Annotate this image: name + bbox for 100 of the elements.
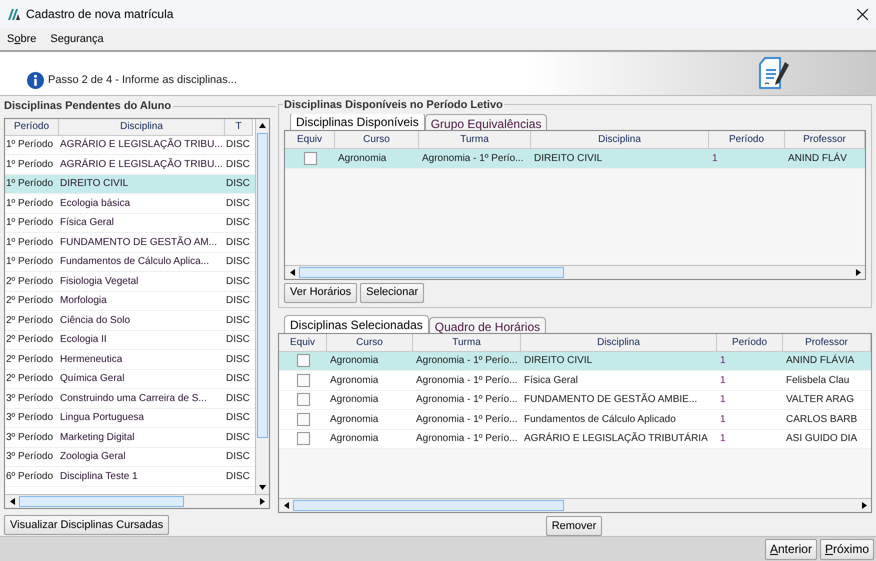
table-cell-text: 1: [719, 354, 727, 368]
table-row[interactable]: 2º Período Morfologia DISC: [5, 292, 255, 311]
table-cell-text: 3º Período: [5, 411, 54, 426]
table-cell-text: Fisiologia Vegetal: [59, 274, 140, 289]
column-header[interactable]: Disciplina: [59, 118, 225, 136]
vertical-scrollbar[interactable]: [255, 118, 269, 494]
column-header[interactable]: Curso: [335, 131, 419, 149]
scroll-left-icon[interactable]: [284, 502, 288, 509]
column-header[interactable]: Período: [709, 131, 785, 149]
info-icon: [27, 72, 44, 89]
table-row[interactable]: Agronomia Agronomia - 1º Perío... Fundamentos de Cálculo Aplicado 1 CARLOS BARB: [279, 410, 871, 430]
table-cell-text: Fundamentos de Cálculo Aplica...: [59, 255, 210, 270]
table-cell-text: Agronomia - 1º Perío...: [415, 393, 518, 408]
checkbox[interactable]: [296, 374, 310, 387]
close-icon[interactable]: [857, 8, 868, 20]
table-row[interactable]: 1º Período AGRÁRIO E LEGISLAÇÃO TRIBU... DISC: [5, 155, 255, 174]
table-cell-text: DISC: [225, 352, 251, 367]
table-cell-text: Disciplina Teste 1: [59, 470, 139, 484]
tab[interactable]: Disciplinas Selecionadas: [284, 314, 429, 332]
table-cell-text: 1: [719, 412, 727, 427]
tab[interactable]: Grupo Equivalências: [424, 114, 548, 130]
column-header[interactable]: Período: [717, 334, 783, 352]
table-cell-text: Lingua Portuguesa: [59, 411, 145, 426]
menu-item[interactable]: Sobre: [7, 30, 36, 48]
table-cell-text: 1: [719, 374, 727, 388]
checkbox[interactable]: [296, 354, 310, 368]
scroll-right-icon[interactable]: [862, 502, 866, 509]
column-header[interactable]: Equiv: [285, 131, 335, 149]
table-row[interactable]: 3º Período Lingua Portuguesa DISC: [5, 408, 255, 428]
menu-item[interactable]: Segurança: [50, 30, 104, 48]
table-cell-text: AGRÁRIO E LEGISLAÇÃO TRIBU...: [59, 157, 224, 172]
horizontal-scrollbar[interactable]: [285, 264, 865, 278]
checkbox[interactable]: [296, 432, 310, 446]
table-row[interactable]: 1º Período Fundamentos de Cálculo Aplica... DISC: [5, 252, 255, 272]
table-cell-text: Agronomia: [329, 432, 380, 446]
table-row[interactable]: 1º Período Física Geral DISC: [5, 214, 255, 233]
table-cell-text: DISC: [225, 177, 251, 192]
table-cell-text: 3º Período: [5, 450, 54, 464]
column-header[interactable]: Equiv: [279, 334, 327, 352]
nav-button[interactable]: Próximo: [820, 538, 874, 560]
table-cell-text: 2º Período: [5, 372, 54, 386]
table-cell-text: 1º Período: [5, 158, 54, 172]
horizontal-scrollbar[interactable]: [5, 494, 269, 508]
table-row[interactable]: 1º Período FUNDAMENTO DE GESTÃO AM... DISC: [5, 233, 255, 252]
table-cell-text: Agronomia - 1º Perío...: [421, 152, 524, 166]
table-row[interactable]: 2º Período Química Geral DISC: [5, 370, 255, 389]
scroll-left-icon[interactable]: [10, 498, 14, 505]
column-header[interactable]: T: [225, 118, 253, 136]
table-row[interactable]: Agronomia Agronomia - 1º Perío... FUNDAMENTO DE GESTÃO AMBIE... 1 VALTER ARAG: [279, 390, 871, 410]
table-row[interactable]: Agronomia Agronomia - 1º Perío... DIREITO CIVIL 1 ANIND FLÁVIA: [279, 352, 871, 371]
checkbox[interactable]: [296, 393, 310, 406]
column-header[interactable]: Turma: [413, 334, 521, 352]
table-cell-text: FUNDAMENTO DE GESTÃO AM...: [59, 235, 218, 250]
scroll-up-icon[interactable]: [259, 123, 266, 128]
table-cell-text: 1: [711, 152, 719, 166]
view-courses-button[interactable]: Visualizar Disciplinas Cursadas: [4, 515, 170, 536]
column-header[interactable]: Professor: [783, 334, 871, 352]
column-header[interactable]: Disciplina: [531, 131, 709, 149]
scroll-right-icon[interactable]: [260, 498, 264, 505]
table-row[interactable]: 2º Período Ecologia II DISC: [5, 330, 255, 350]
table-cell-text: Química Geral: [59, 372, 126, 386]
remove-button[interactable]: Remover: [546, 516, 602, 536]
table-row[interactable]: 1º Período DIREITO CIVIL DISC: [5, 174, 255, 194]
table-cell-text: Morfologia: [59, 294, 108, 308]
table-cell-text: Zoologia Geral: [59, 450, 127, 464]
table-cell-text: Agronomia: [337, 152, 388, 166]
table-cell-text: Agronomia: [329, 412, 380, 427]
table-row[interactable]: 1º Período AGRÁRIO E LEGISLAÇÃO TRIBU... DISC: [5, 136, 255, 155]
group-title: Disciplinas Pendentes do Aluno: [4, 99, 172, 114]
table-cell-text: DISC: [225, 216, 251, 230]
table-cell-text: DISC: [225, 274, 251, 289]
table-row[interactable]: 3º Período Zoologia Geral DISC: [5, 448, 255, 467]
checkbox[interactable]: [296, 412, 310, 426]
column-header[interactable]: Curso: [327, 334, 413, 352]
column-header[interactable]: Disciplina: [521, 334, 717, 352]
scroll-right-icon[interactable]: [856, 268, 860, 276]
action-button[interactable]: Selecionar: [360, 282, 424, 302]
nav-button[interactable]: Anterior: [764, 538, 817, 560]
action-button[interactable]: Ver Horários: [284, 282, 358, 302]
table-cell-text: 2º Período: [5, 314, 54, 328]
table-cell-text: DISC: [225, 158, 251, 172]
table-cell-text: Hermeneutica: [59, 352, 124, 367]
horizontal-scrollbar[interactable]: [279, 498, 871, 512]
table-row[interactable]: Agronomia Agronomia - 1º Perío... DIREITO CIVIL 1 ANIND FLÁV: [285, 149, 865, 168]
tab[interactable]: Quadro de Horários: [428, 316, 546, 332]
table-cell-text: ANIND FLÁV: [787, 151, 848, 166]
table-cell-text: Marketing Digital: [59, 430, 136, 445]
table-row[interactable]: Agronomia Agronomia - 1º Perío... AGRÁRIO E LEGISLAÇÃO TRIBUTÁRIA 1 ASI GUIDO DIA: [279, 430, 871, 449]
column-header[interactable]: Professor: [785, 131, 865, 149]
table-cell-text: Agronomia: [329, 393, 380, 408]
column-header[interactable]: Período: [5, 118, 59, 136]
table-cell-text: Agronomia - 1º Perío...: [415, 412, 518, 427]
scroll-down-icon[interactable]: [259, 484, 266, 490]
checkbox[interactable]: [304, 152, 316, 165]
table-row[interactable]: Agronomia Agronomia - 1º Perío... Física Geral 1 Felisbela Clau: [279, 371, 871, 390]
table-cell-text: 1º Período: [5, 236, 54, 250]
scroll-left-icon[interactable]: [290, 268, 294, 276]
column-header[interactable]: Turma: [419, 131, 531, 149]
table-cell-text: DISC: [225, 294, 251, 308]
table-cell-text: 3º Período: [5, 430, 54, 445]
